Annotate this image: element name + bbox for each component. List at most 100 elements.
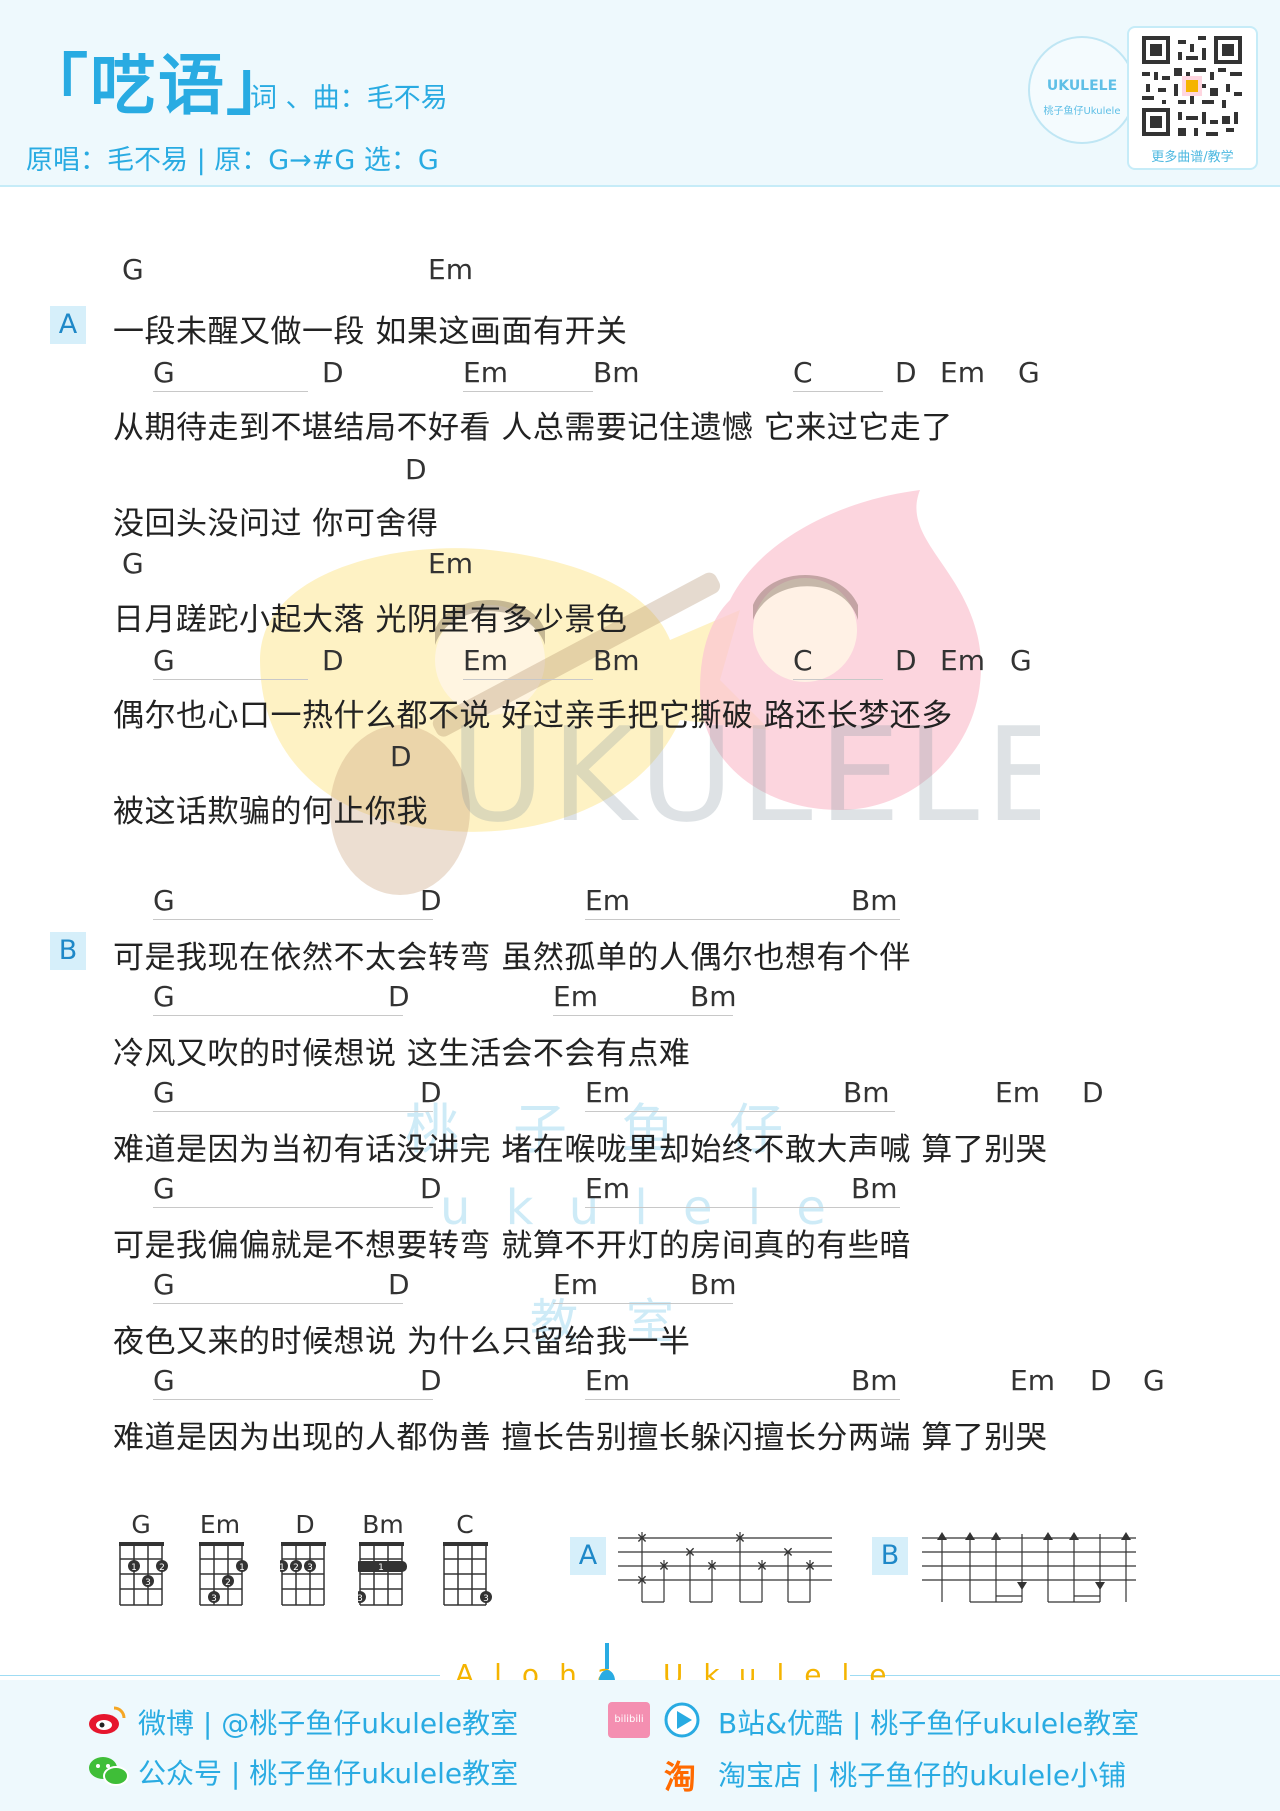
chord: Bm (851, 1172, 898, 1205)
chord: D (420, 884, 442, 917)
chord: Em (1010, 1364, 1055, 1397)
svg-text:3: 3 (307, 1563, 313, 1573)
svg-text:2: 2 (159, 1563, 165, 1573)
svg-text:✕: ✕ (756, 1559, 768, 1575)
chord: Em (553, 980, 598, 1013)
chord: Bm (851, 1364, 898, 1397)
lyric-line: 难道是因为出现的人都伪善 擅长告别擅长躲闪擅长分两端 算了别哭 (113, 1420, 1048, 1456)
chord-underline (585, 1399, 900, 1400)
chord: D (420, 1076, 442, 1109)
chord: G (153, 644, 175, 677)
chord: G (122, 253, 144, 286)
section-label-a: A (50, 306, 86, 344)
svg-text:✕: ✕ (782, 1545, 794, 1561)
lyric-line: 可是我现在依然不太会转弯 虽然孤单的人偶尔也想有个伴 (113, 940, 911, 976)
chord-underline (153, 1399, 433, 1400)
svg-text:✕: ✕ (804, 1559, 816, 1575)
chord-underline (793, 391, 883, 392)
brand-logo: UKULELE 桃子鱼仔Ukulele (1028, 36, 1136, 144)
chord: Em (940, 644, 985, 677)
song-credits: 词 、曲：毛不易 (250, 83, 448, 114)
chord: D (390, 740, 412, 773)
chord: Bm (843, 1076, 890, 1109)
svg-text:✕: ✕ (706, 1559, 718, 1575)
chord: C (793, 356, 813, 389)
logo-text: UKULELE (1046, 78, 1118, 94)
chord-underline (553, 1015, 733, 1016)
chord: Bm (690, 980, 737, 1013)
song-meta: 原唱：毛不易 | 原：G→#G 选：G (26, 145, 439, 176)
logo-subtext: 桃子鱼仔Ukulele (1043, 106, 1121, 117)
svg-text:1: 1 (131, 1563, 137, 1573)
svg-text:✕: ✕ (636, 1573, 648, 1589)
qr-code-panel[interactable]: 更多曲谱/教学 (1127, 26, 1258, 170)
chord-underline (153, 391, 308, 392)
chord-underline (463, 679, 593, 680)
chord: G (153, 1172, 175, 1205)
wechat-link[interactable]: 公众号 | 桃子鱼仔ukulele教室 (138, 1752, 518, 1792)
chord: D (1090, 1364, 1112, 1397)
lyric-line: 难道是因为当初有话没讲完 堵在喉咙里却始终不敢大声喊 算了别哭 (113, 1132, 1048, 1168)
chord-underline (793, 679, 883, 680)
chord: Em (585, 884, 630, 917)
strum-pattern-a: ✕ ✕ ✕ ✕ ✕ ✕ ✕ ✕ ✕ (618, 1531, 832, 1603)
svg-text:3: 3 (358, 1594, 363, 1604)
bilibili-badge-text: bilibili (614, 1714, 644, 1725)
youku-play-icon[interactable] (664, 1702, 700, 1738)
taobao-icon[interactable]: 淘 (664, 1752, 696, 1798)
svg-text:1: 1 (280, 1563, 285, 1573)
chord: G (153, 1364, 175, 1397)
chord: G (122, 547, 144, 580)
qr-caption: 更多曲谱/教学 (1151, 150, 1234, 165)
lyric-line: 冷风又吹的时候想说 这生活会不会有点难 (113, 1036, 691, 1072)
lyric-line: 被这话欺骗的何止你我 (113, 794, 428, 830)
bilibili-youku-link[interactable]: B站&优酷 | 桃子鱼仔ukulele教室 (718, 1702, 1139, 1742)
wechat-icon[interactable] (88, 1754, 130, 1788)
bilibili-icon[interactable]: bilibili (608, 1702, 650, 1738)
weibo-link[interactable]: 微博 | @桃子鱼仔ukulele教室 (138, 1702, 518, 1742)
section-label-b: B (50, 932, 86, 970)
chord: Em (585, 1364, 630, 1397)
chord: Em (585, 1076, 630, 1109)
svg-text:3: 3 (483, 1594, 489, 1604)
chord: D (322, 356, 344, 389)
weibo-icon[interactable] (88, 1704, 126, 1736)
chord: Bm (851, 884, 898, 917)
chord: Em (463, 644, 508, 677)
chord: G (1010, 644, 1032, 677)
chord-diagram-d: 1 2 3 (280, 1542, 326, 1606)
svg-text:1: 1 (239, 1563, 245, 1573)
lyric-line: 夜色又来的时候想说 为什么只留给我一半 (113, 1324, 691, 1360)
chord-diagram-label: G (131, 1510, 151, 1539)
lyric-line: 没回头没问过 你可舍得 (113, 506, 439, 542)
chord: D (420, 1364, 442, 1397)
chord: Em (585, 1172, 630, 1205)
chord-underline (585, 1111, 895, 1112)
chord-diagram-label: Bm (362, 1510, 404, 1539)
chord: G (153, 884, 175, 917)
chord: Em (428, 547, 473, 580)
chord: D (322, 644, 344, 677)
chord: G (153, 1076, 175, 1109)
chord: G (153, 356, 175, 389)
lyric-line: 日月蹉跎小起大落 光阴里有多少景色 (113, 602, 628, 638)
lyric-line: 一段未醒又做一段 如果这画面有开关 (113, 314, 628, 350)
chord: D (388, 980, 410, 1013)
strum-pattern-label-b: B (872, 1537, 908, 1575)
strum-pattern-b (922, 1532, 1136, 1603)
chord: D (420, 1172, 442, 1205)
chord: G (1143, 1364, 1165, 1397)
footer-divider-left (0, 1675, 440, 1676)
svg-text:✕: ✕ (658, 1559, 670, 1575)
chord: Bm (690, 1268, 737, 1301)
chord-diagram-label: D (295, 1510, 315, 1539)
chord: D (895, 644, 917, 677)
chord-underline (553, 1303, 733, 1304)
svg-text:3: 3 (145, 1578, 151, 1588)
taobao-link[interactable]: 淘宝店 | 桃子鱼仔的ukulele小铺 (718, 1754, 1126, 1794)
chord: C (793, 644, 813, 677)
footer-divider-right (850, 1675, 1280, 1676)
chord-diagram-c: 3 (443, 1542, 492, 1606)
svg-text:3: 3 (211, 1594, 217, 1604)
chord-diagram-bm: 1 3 (358, 1542, 407, 1606)
